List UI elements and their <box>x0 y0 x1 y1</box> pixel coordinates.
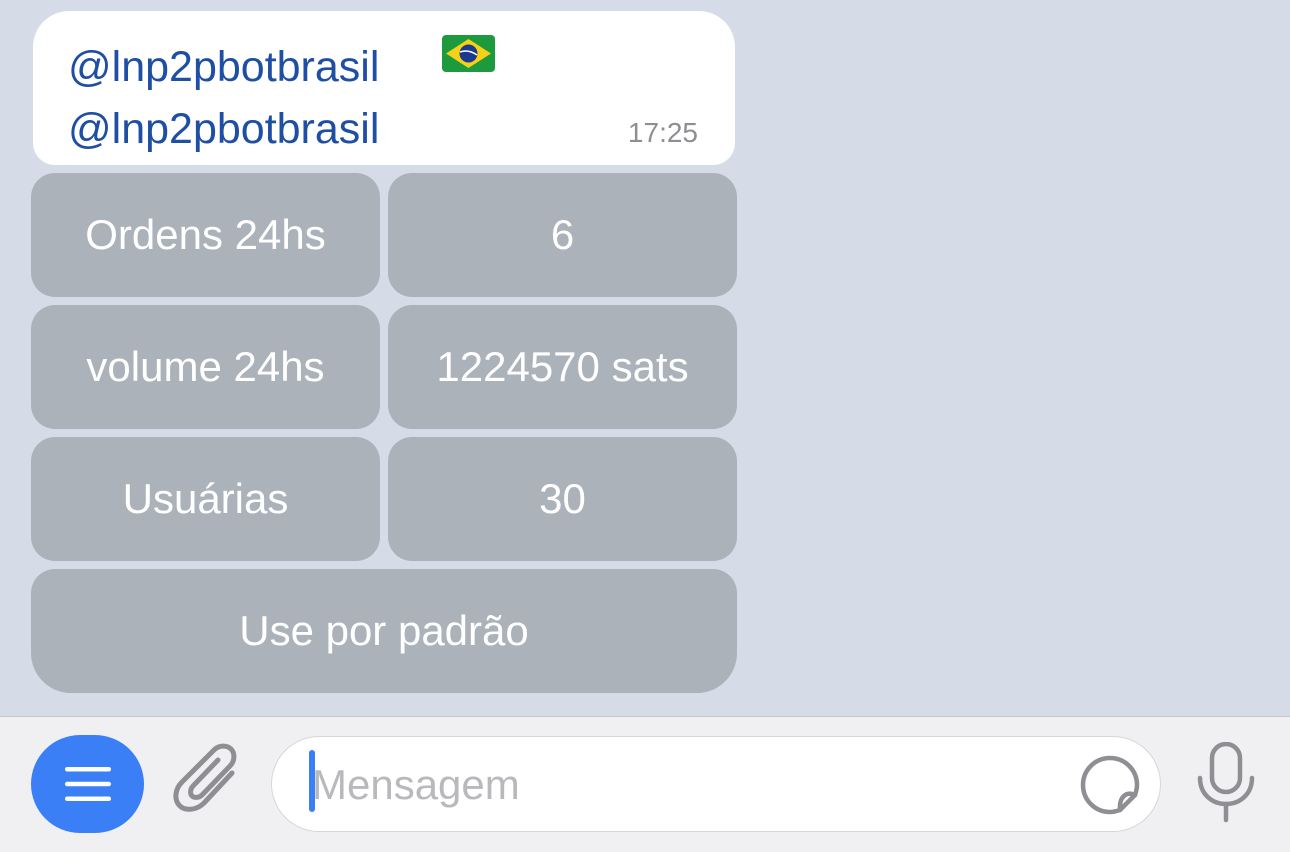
volume-value-button[interactable]: 1224570 sats <box>388 305 737 429</box>
usuarias-label-button[interactable]: Usuárias <box>31 437 380 561</box>
menu-icon <box>64 767 111 801</box>
chat-area: @lnp2pbotbrasil @lnp2pbotbrasil 17:25 Or… <box>0 0 1290 716</box>
message-field-wrapper <box>271 736 1161 832</box>
message-bubble: @lnp2pbotbrasil @lnp2pbotbrasil 17:25 <box>33 11 735 165</box>
bot-menu-button[interactable] <box>31 735 144 833</box>
ordens-label-button[interactable]: Ordens 24hs <box>31 173 380 297</box>
message-time: 17:25 <box>627 117 698 148</box>
bot-mention-link[interactable]: @lnp2pbotbrasil <box>68 101 379 157</box>
sticker-icon[interactable] <box>1078 753 1142 817</box>
usuarias-value-button[interactable]: 30 <box>388 437 737 561</box>
brazil-flag-icon <box>442 35 495 72</box>
message-composer <box>0 716 1290 852</box>
microphone-icon[interactable] <box>1192 742 1260 824</box>
use-default-button[interactable]: Use por padrão <box>31 569 737 693</box>
ordens-value-button[interactable]: 6 <box>388 173 737 297</box>
paperclip-icon[interactable] <box>172 743 246 823</box>
volume-label-button[interactable]: volume 24hs <box>31 305 380 429</box>
message-input[interactable] <box>312 755 1052 815</box>
bot-mention-link[interactable]: @lnp2pbotbrasil <box>68 39 379 95</box>
